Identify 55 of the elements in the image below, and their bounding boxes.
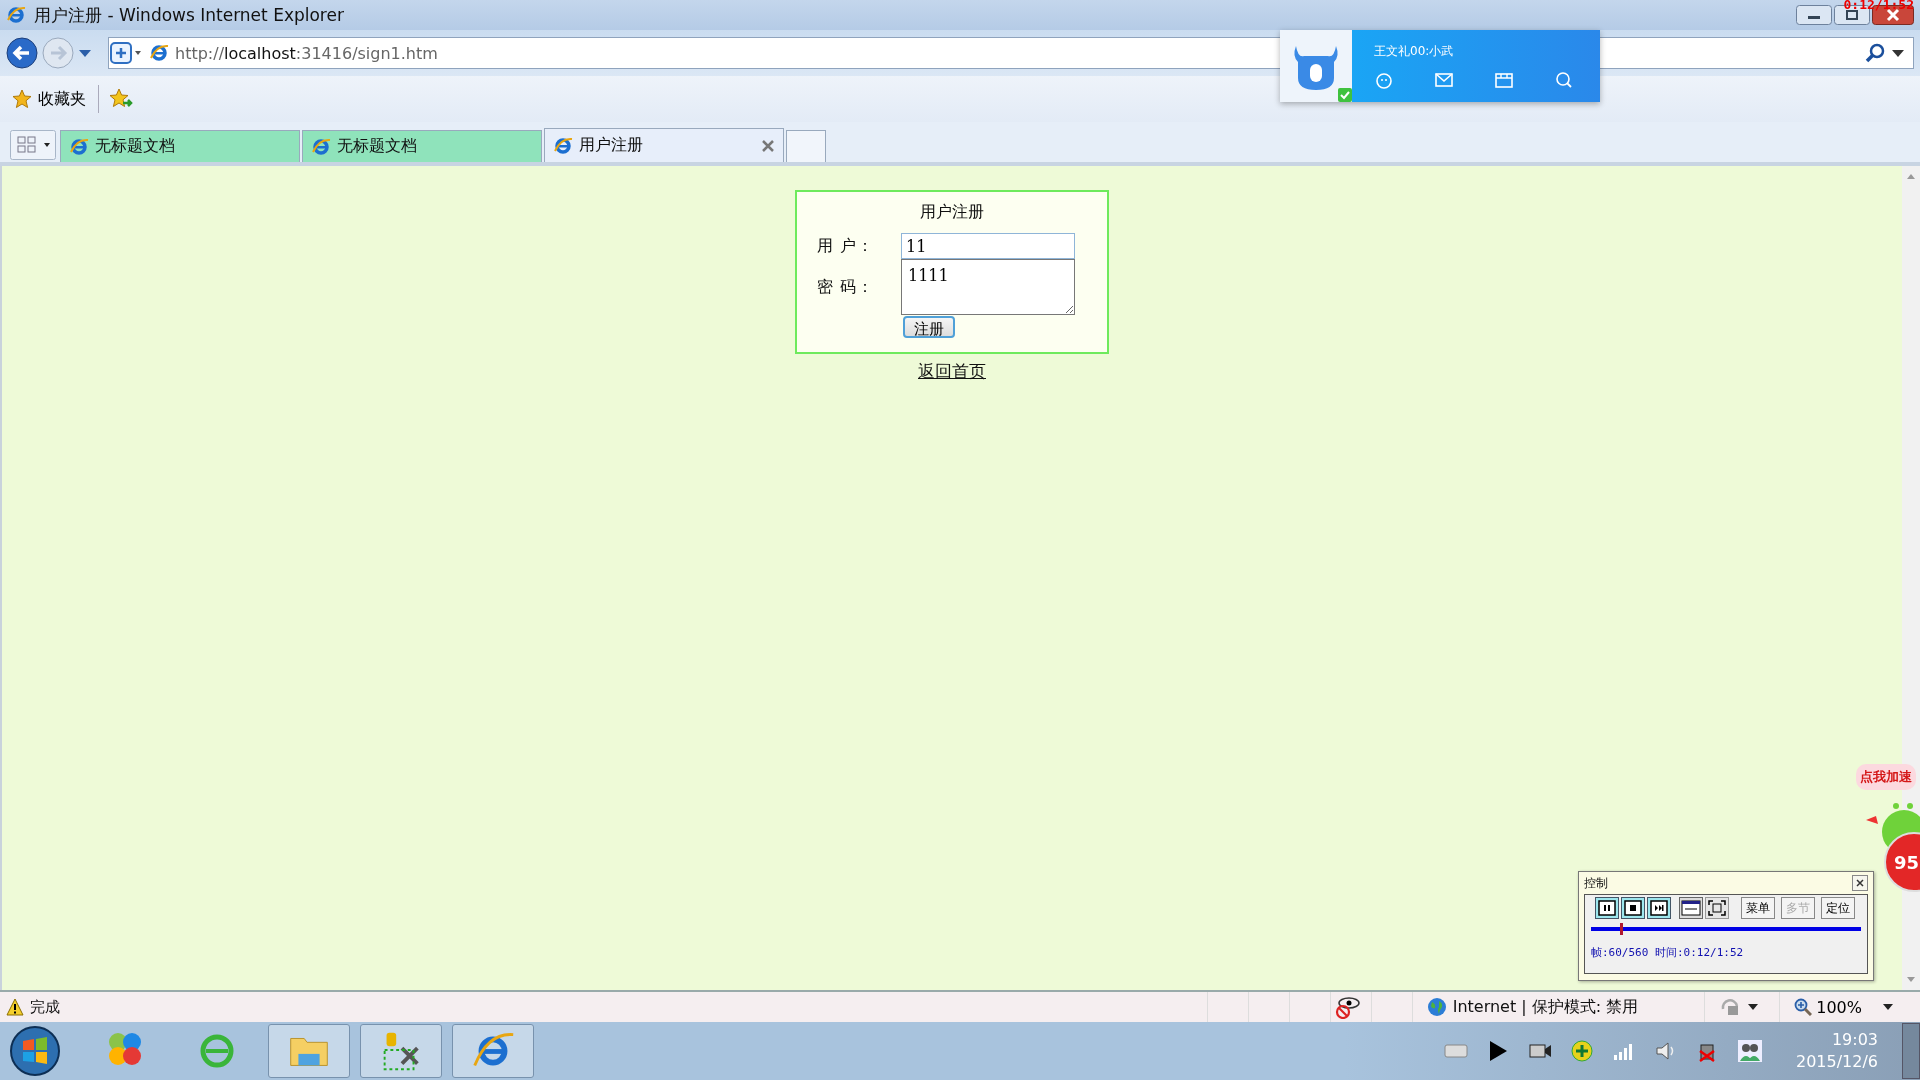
globe-icon (1426, 997, 1447, 1017)
page-icon (311, 136, 331, 157)
speed-up-bubble[interactable]: 点我加速 (1856, 764, 1916, 790)
page-icon (149, 43, 169, 63)
fast-forward-icon[interactable] (1647, 897, 1671, 919)
browser-icon (6, 5, 26, 25)
dropdown-icon[interactable] (1882, 1003, 1894, 1011)
username-field[interactable]: 11 (901, 233, 1075, 259)
close-icon[interactable] (1852, 875, 1868, 891)
favorites-button[interactable]: 收藏夹 (10, 86, 88, 112)
field-label: 密 码： (817, 276, 876, 298)
minimize-icon[interactable] (1796, 5, 1832, 25)
browser-tab[interactable]: 无标题文档 (60, 130, 300, 162)
fit-window-icon[interactable] (1679, 897, 1703, 919)
panel-title: 控制 (1584, 874, 1608, 892)
browser-tab[interactable]: 无标题文档 (302, 130, 542, 162)
contact-name: 王文礼00:小武 (1374, 42, 1455, 60)
plus-icon[interactable] (1568, 1039, 1595, 1063)
panel-button[interactable]: 定位 (1821, 897, 1855, 919)
search-icon[interactable] (1554, 69, 1574, 90)
privacy-icon[interactable] (1334, 995, 1361, 1019)
zoom-icon (1794, 998, 1813, 1016)
add-site-icon[interactable] (109, 40, 143, 66)
form-title: 用户注册 (919, 202, 985, 223)
panel-button[interactable]: 菜单 (1741, 897, 1775, 919)
frame-time-readout: 帧:60/560 时间:0:12/1:52 (1591, 945, 1745, 960)
password-field[interactable]: 1111 (901, 259, 1075, 315)
dropdown-icon[interactable] (1891, 48, 1905, 58)
browser-icon[interactable] (452, 1024, 534, 1078)
warning-icon (6, 998, 24, 1016)
tools-icon[interactable] (360, 1024, 442, 1078)
window-title: 用户注册 - Windows Internet Explorer (34, 3, 344, 27)
pause-icon[interactable] (1595, 897, 1619, 919)
url-text[interactable]: http://localhost:31416/sign1.htm (175, 43, 438, 63)
recording-timer: 0:12/1:52 (1843, 0, 1914, 12)
star-icon (12, 89, 32, 109)
back-icon[interactable] (6, 37, 38, 69)
home-link[interactable]: 返回首页 (918, 360, 986, 383)
fullscreen-icon[interactable] (1705, 897, 1729, 919)
register-button[interactable]: 注册 (903, 316, 955, 338)
people-icon[interactable] (1736, 1039, 1763, 1063)
field-label: 用 户： (817, 235, 876, 257)
dropdown-icon[interactable] (1747, 1003, 1760, 1011)
stop-icon[interactable] (1621, 897, 1645, 919)
progress-marker[interactable] (1619, 923, 1623, 935)
page-icon (69, 136, 89, 157)
score-badge[interactable]: 95 (1884, 832, 1920, 892)
add-favorite-icon[interactable] (109, 88, 133, 110)
status-text: 完成 (30, 997, 60, 1017)
security-zone-text: Internet | 保护模式: 禁用 (1452, 996, 1639, 1018)
zoom-level-button[interactable]: 100% (1794, 997, 1862, 1017)
search-icon[interactable] (1865, 43, 1885, 63)
start-button-icon[interactable] (8, 1024, 62, 1078)
page-icon (553, 135, 573, 156)
browser-tab[interactable]: 用户注册 (544, 128, 784, 162)
